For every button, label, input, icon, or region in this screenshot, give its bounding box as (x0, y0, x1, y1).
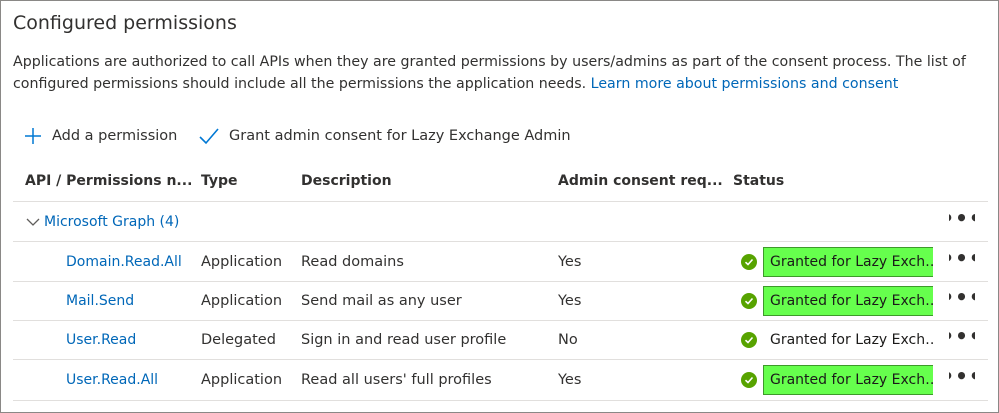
success-check-icon (741, 372, 757, 388)
status: Granted for Lazy Exchange Admin (733, 246, 933, 277)
table-row[interactable]: User.Read Delegated Sign in and read user … (13, 321, 988, 360)
column-header-status[interactable]: Status (733, 161, 933, 201)
status-cell: Granted for Lazy Exchange Admin (733, 360, 933, 400)
permission-name-cell: User.Read (25, 321, 195, 359)
permission-name-cell: Mail.Send (25, 281, 195, 320)
table-row[interactable]: Domain.Read.All Application Read domains Ye… (13, 242, 988, 282)
permission-description: Read all users' full profiles (301, 372, 492, 388)
column-header-type[interactable]: Type (201, 161, 293, 201)
row-more-button[interactable]: ••• (949, 321, 975, 359)
chevron-down-icon (26, 218, 40, 226)
status: Granted for Lazy Exchange Admin (733, 365, 933, 395)
section-description: Applications are authorized to call APIs… (13, 51, 988, 95)
table-row[interactable]: User.Read.All Application Read all users' … (13, 360, 988, 401)
status: Granted for Lazy Exchange Admin (733, 285, 933, 316)
row-more-button[interactable]: ••• (949, 281, 975, 320)
success-check-icon (741, 332, 757, 348)
configured-permissions-panel: Configured permissions Applications are … (0, 0, 999, 413)
grant-admin-consent-button[interactable]: Grant admin consent for Lazy Exchange Ad… (198, 122, 571, 150)
status-text: Granted for Lazy Exchange Admin (763, 246, 933, 277)
add-permission-button[interactable]: Add a permission (23, 122, 177, 150)
column-header-description[interactable]: Description (301, 161, 551, 201)
admin-consent-required: Yes (558, 292, 582, 309)
row-more-button[interactable]: ••• (949, 242, 975, 281)
permission-type: Application (201, 253, 283, 270)
plus-icon (25, 128, 41, 144)
admin-consent-required: No (558, 332, 578, 348)
status-text: Granted for Lazy Exchange Admin (763, 285, 933, 316)
success-check-icon (741, 253, 757, 270)
table-row[interactable]: Mail.Send Application Send mail as any use… (13, 281, 988, 321)
row-more-button[interactable]: ••• (949, 360, 975, 400)
permission-description: Sign in and read user profile (301, 332, 507, 348)
permission-type: Application (201, 292, 283, 309)
table-header: API / Permissions n... Type Description … (13, 161, 988, 202)
permission-type: Application (201, 372, 283, 388)
admin-consent-required: Yes (558, 372, 582, 388)
group-more-button[interactable]: ••• (949, 202, 975, 241)
permission-name-link[interactable]: User.Read (25, 332, 136, 348)
more-icon: ••• (949, 205, 975, 230)
admin-consent-required: Yes (558, 253, 582, 270)
learn-more-link[interactable]: Learn more about permissions and consent (591, 76, 899, 92)
status-cell: Granted for Lazy Exchange Admin (733, 242, 933, 281)
status-cell: Granted for Lazy Exchange Admin (733, 321, 933, 359)
permission-name-link[interactable]: Domain.Read.All (25, 254, 182, 270)
permission-name-cell: Domain.Read.All (25, 242, 195, 281)
success-check-icon (741, 292, 757, 309)
permission-type: Delegated (201, 332, 276, 348)
more-icon: ••• (949, 364, 975, 388)
group-label: Microsoft Graph (4) (44, 213, 180, 230)
status-cell: Granted for Lazy Exchange Admin (733, 281, 933, 320)
grant-admin-consent-label: Grant admin consent for Lazy Exchange Ad… (229, 128, 571, 144)
more-icon: ••• (949, 245, 975, 270)
status-text: Granted for Lazy Exchange Admin (770, 332, 933, 348)
permission-description: Send mail as any user (301, 292, 462, 309)
column-header-api[interactable]: API / Permissions n... (25, 161, 195, 201)
permission-name-link[interactable]: Mail.Send (25, 293, 134, 309)
checkmark-icon (199, 128, 219, 145)
group-row-microsoft-graph: Microsoft Graph (4) ••• (13, 202, 988, 242)
status-text: Granted for Lazy Exchange Admin (763, 365, 933, 395)
add-permission-label: Add a permission (52, 128, 178, 144)
group-toggle[interactable]: Microsoft Graph (4) (25, 214, 179, 230)
permission-name-cell: User.Read.All (25, 360, 195, 400)
group-cell: Microsoft Graph (4) (25, 202, 325, 241)
section-title: Configured permissions (13, 12, 237, 34)
permission-name-link[interactable]: User.Read.All (25, 372, 158, 388)
permission-description: Read domains (301, 253, 404, 270)
column-header-admin-consent[interactable]: Admin consent req... (558, 161, 723, 201)
more-icon: ••• (949, 324, 975, 348)
more-icon: ••• (949, 284, 975, 309)
status: Granted for Lazy Exchange Admin (733, 325, 933, 355)
